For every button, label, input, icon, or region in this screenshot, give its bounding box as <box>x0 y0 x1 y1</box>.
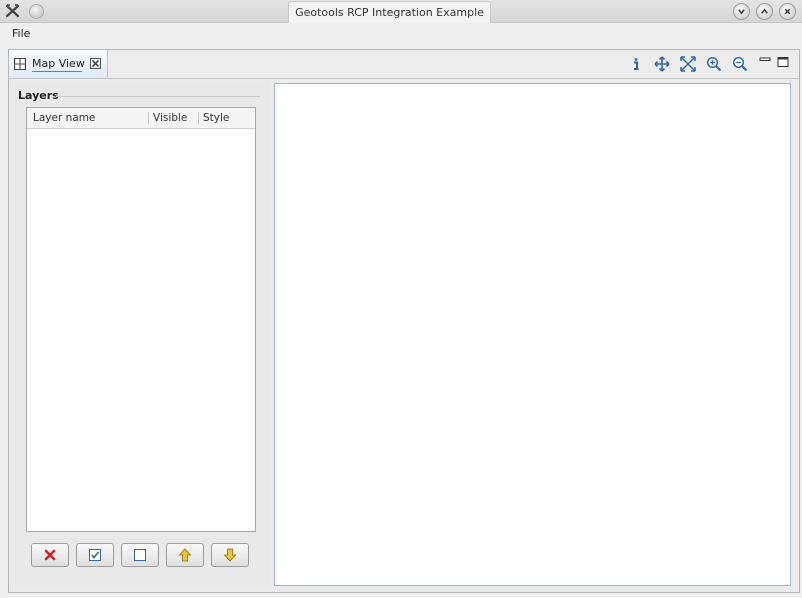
zoom-out-icon <box>732 56 748 72</box>
map-grid-icon <box>14 58 26 70</box>
chevron-down-icon <box>738 9 745 15</box>
layers-table-header: Layer name Visible Style <box>27 108 255 129</box>
pan-tool-button[interactable] <box>653 55 671 73</box>
window-titlebar: Geotools RCP Integration Example <box>0 0 802 23</box>
remove-layer-button[interactable] <box>31 543 69 567</box>
column-separator[interactable] <box>198 112 199 124</box>
hide-all-layers-button[interactable] <box>121 543 159 567</box>
maximize-icon <box>777 57 789 67</box>
zoom-extent-tool-button[interactable] <box>679 55 697 73</box>
info-icon <box>634 58 639 70</box>
zoom-out-tool-button[interactable] <box>731 55 749 73</box>
column-style[interactable]: Style <box>203 112 229 124</box>
editor-tabbar: Map View <box>9 50 799 79</box>
maximize-view-button[interactable] <box>774 53 792 71</box>
menubar: File <box>0 23 802 47</box>
show-all-layers-button[interactable] <box>76 543 114 567</box>
layers-table[interactable]: Layer name Visible Style <box>26 107 256 532</box>
minimize-view-button[interactable] <box>756 53 774 71</box>
column-separator[interactable] <box>148 112 149 124</box>
layers-panel: Layers Layer name Visible Style <box>9 81 270 587</box>
hide-all-icon <box>134 549 146 561</box>
remove-layer-icon <box>44 549 56 561</box>
chevron-up-icon <box>761 8 768 14</box>
zoom-in-tool-button[interactable] <box>705 55 723 73</box>
column-layer-name[interactable]: Layer name <box>33 112 95 124</box>
workbench-panel: Map View Layers Layer name Visible Style <box>8 49 800 593</box>
layers-title: Layers <box>18 89 59 102</box>
move-layer-up-button[interactable] <box>166 543 204 567</box>
zoom-in-icon <box>706 56 722 72</box>
show-all-icon <box>89 549 101 561</box>
tab-map-view[interactable]: Map View <box>9 50 108 78</box>
pan-icon <box>654 56 670 72</box>
window-minimize-button[interactable] <box>733 3 750 20</box>
window-close-button[interactable] <box>779 3 796 20</box>
close-icon <box>784 8 791 15</box>
window-title: Geotools RCP Integration Example <box>288 1 491 23</box>
minimize-icon <box>759 57 771 61</box>
info-tool-button[interactable] <box>627 55 645 73</box>
move-layer-down-button[interactable] <box>211 543 249 567</box>
window-maximize-button[interactable] <box>756 3 773 20</box>
window-menu-dot[interactable] <box>29 4 44 19</box>
zoom-extent-icon <box>680 56 696 72</box>
app-icon[interactable] <box>5 3 20 18</box>
move-down-icon <box>223 548 237 562</box>
close-icon[interactable] <box>90 58 101 69</box>
tab-active-indicator <box>32 71 82 72</box>
layer-button-row <box>31 543 261 569</box>
tab-label: Map View <box>32 57 85 70</box>
layers-divider <box>56 96 260 97</box>
column-visible[interactable]: Visible <box>153 112 187 124</box>
map-canvas[interactable] <box>274 83 791 586</box>
menu-file[interactable]: File <box>12 27 30 40</box>
move-up-icon <box>178 548 192 562</box>
